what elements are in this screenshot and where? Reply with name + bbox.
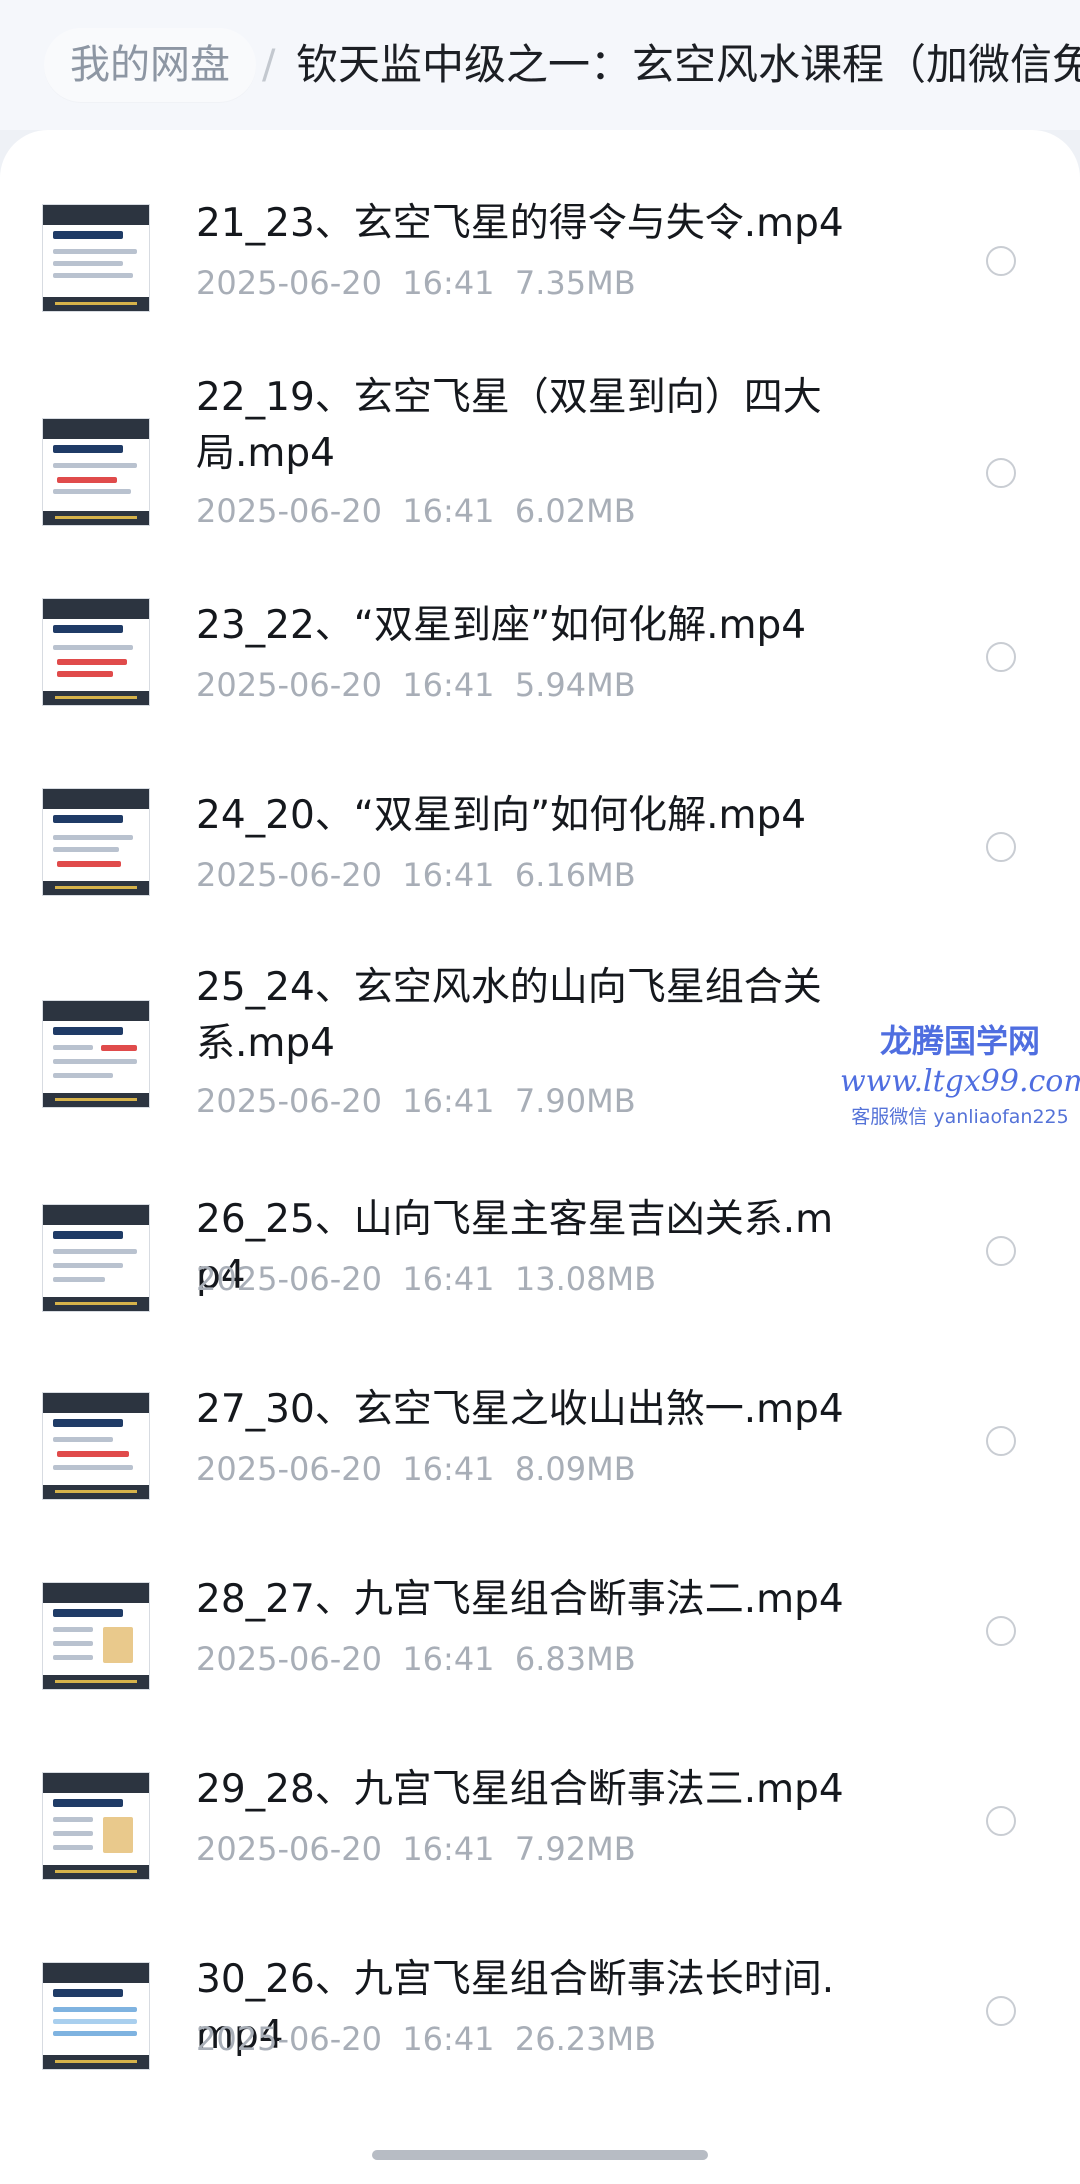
file-name[interactable]: 27_30、玄空飞星之收山出煞一.mp4	[196, 1382, 856, 1438]
video-thumbnail	[42, 1772, 150, 1880]
file-row[interactable]: 21_23、玄空飞星的得令与失令.mp4 2025-06-20 16:41 7.…	[0, 166, 1080, 356]
select-radio[interactable]	[986, 1236, 1016, 1266]
breadcrumb-separator: /	[262, 42, 276, 88]
select-radio[interactable]	[986, 458, 1016, 488]
file-time: 16:41	[402, 666, 495, 704]
file-size: 5.94MB	[514, 666, 636, 704]
file-name[interactable]: 24_20、“双星到向”如何化解.mp4	[196, 788, 856, 844]
select-radio[interactable]	[986, 1996, 1016, 2026]
file-time: 16:41	[402, 492, 495, 530]
file-meta: 2025-06-20 16:41 8.09MB	[196, 1448, 636, 1490]
file-meta: 2025-06-20 16:41 13.08MB	[196, 1258, 656, 1300]
watermark: 龙腾国学网 www.ltgx99.com 客服微信 yanliaofan225	[840, 1020, 1080, 1132]
file-meta: 2025-06-20 16:41 7.92MB	[196, 1828, 636, 1870]
file-row[interactable]: 27_30、玄空飞星之收山出煞一.mp4 2025-06-20 16:41 8.…	[0, 1354, 1080, 1544]
file-size: 7.90MB	[514, 1082, 636, 1120]
file-size: 7.92MB	[514, 1830, 636, 1868]
video-thumbnail	[42, 1204, 150, 1312]
file-date: 2025-06-20	[196, 1450, 382, 1488]
file-row[interactable]: 30_26、九宫飞星组合断事法长时间.mp4 2025-06-20 16:41 …	[0, 1924, 1080, 2114]
file-time: 16:41	[402, 2020, 495, 2058]
file-meta: 2025-06-20 16:41 7.35MB	[196, 262, 636, 304]
file-time: 16:41	[402, 1830, 495, 1868]
breadcrumb-root-my-drive[interactable]: 我的网盘	[44, 28, 256, 102]
watermark-contact: 客服微信 yanliaofan225	[851, 1106, 1069, 1128]
video-thumbnail	[42, 1582, 150, 1690]
file-date: 2025-06-20	[196, 492, 382, 530]
file-date: 2025-06-20	[196, 666, 382, 704]
file-name[interactable]: 25_24、玄空风水的山向飞星组合关系.mp4	[196, 960, 856, 1072]
video-thumbnail	[42, 418, 150, 526]
file-size: 26.23MB	[514, 2020, 657, 2058]
select-radio[interactable]	[986, 246, 1016, 276]
file-size: 6.02MB	[514, 492, 636, 530]
select-radio[interactable]	[986, 832, 1016, 862]
select-radio[interactable]	[986, 1616, 1016, 1646]
select-radio[interactable]	[986, 1426, 1016, 1456]
file-size: 6.16MB	[514, 856, 636, 894]
file-date: 2025-06-20	[196, 1260, 382, 1298]
file-date: 2025-06-20	[196, 2020, 382, 2058]
file-time: 16:41	[402, 1260, 495, 1298]
file-row[interactable]: 26_25、山向飞星主客星吉凶关系.mp4 2025-06-20 16:41 1…	[0, 1164, 1080, 1354]
file-meta: 2025-06-20 16:41 26.23MB	[196, 2018, 656, 2060]
file-row[interactable]: 28_27、九宫飞星组合断事法二.mp4 2025-06-20 16:41 6.…	[0, 1544, 1080, 1734]
breadcrumb: 我的网盘 / 钦天监中级之一：玄空风水课程（加微信免费领	[0, 0, 1080, 130]
file-name[interactable]: 21_23、玄空飞星的得令与失令.mp4	[196, 196, 856, 252]
video-thumbnail	[42, 788, 150, 896]
file-name[interactable]: 28_27、九宫飞星组合断事法二.mp4	[196, 1572, 856, 1628]
video-thumbnail	[42, 598, 150, 706]
file-row[interactable]: 24_20、“双星到向”如何化解.mp4 2025-06-20 16:41 6.…	[0, 760, 1080, 950]
file-row[interactable]: 22_19、玄空飞星（双星到向）四大局.mp4 2025-06-20 16:41…	[0, 360, 1080, 550]
home-indicator[interactable]	[372, 2150, 708, 2160]
file-name[interactable]: 22_19、玄空飞星（双星到向）四大局.mp4	[196, 370, 856, 482]
file-time: 16:41	[402, 264, 495, 302]
file-date: 2025-06-20	[196, 264, 382, 302]
watermark-brand: 龙腾国学网	[879, 1022, 1040, 1060]
watermark-site: www.ltgx99.com	[840, 1064, 1080, 1099]
file-name[interactable]: 29_28、九宫飞星组合断事法三.mp4	[196, 1762, 856, 1818]
file-date: 2025-06-20	[196, 1830, 382, 1868]
file-list-panel[interactable]: 21_23、玄空飞星的得令与失令.mp4 2025-06-20 16:41 7.…	[0, 130, 1080, 2184]
file-size: 6.83MB	[514, 1640, 636, 1678]
file-date: 2025-06-20	[196, 1640, 382, 1678]
file-time: 16:41	[402, 1450, 495, 1488]
file-time: 16:41	[402, 1640, 495, 1678]
file-name[interactable]: 23_22、“双星到座”如何化解.mp4	[196, 598, 856, 654]
file-size: 8.09MB	[514, 1450, 636, 1488]
breadcrumb-current-folder: 钦天监中级之一：玄空风水课程（加微信免费领	[296, 40, 1080, 89]
file-time: 16:41	[402, 1082, 495, 1120]
file-row[interactable]: 29_28、九宫飞星组合断事法三.mp4 2025-06-20 16:41 7.…	[0, 1734, 1080, 1924]
video-thumbnail	[42, 1962, 150, 2070]
file-date: 2025-06-20	[196, 856, 382, 894]
file-list-page: 我的网盘 / 钦天监中级之一：玄空风水课程（加微信免费领 21_23、玄空飞星的…	[0, 0, 1080, 2184]
file-row[interactable]: 23_22、“双星到座”如何化解.mp4 2025-06-20 16:41 5.…	[0, 570, 1080, 760]
file-meta: 2025-06-20 16:41 6.83MB	[196, 1638, 636, 1680]
file-size: 7.35MB	[514, 264, 636, 302]
file-date: 2025-06-20	[196, 1082, 382, 1120]
file-meta: 2025-06-20 16:41 7.90MB	[196, 1080, 636, 1122]
file-time: 16:41	[402, 856, 495, 894]
file-meta: 2025-06-20 16:41 5.94MB	[196, 664, 636, 706]
file-meta: 2025-06-20 16:41 6.02MB	[196, 490, 636, 532]
file-meta: 2025-06-20 16:41 6.16MB	[196, 854, 636, 896]
video-thumbnail	[42, 204, 150, 312]
video-thumbnail	[42, 1000, 150, 1108]
file-size: 13.08MB	[514, 1260, 657, 1298]
select-radio[interactable]	[986, 642, 1016, 672]
select-radio[interactable]	[986, 1806, 1016, 1836]
video-thumbnail	[42, 1392, 150, 1500]
